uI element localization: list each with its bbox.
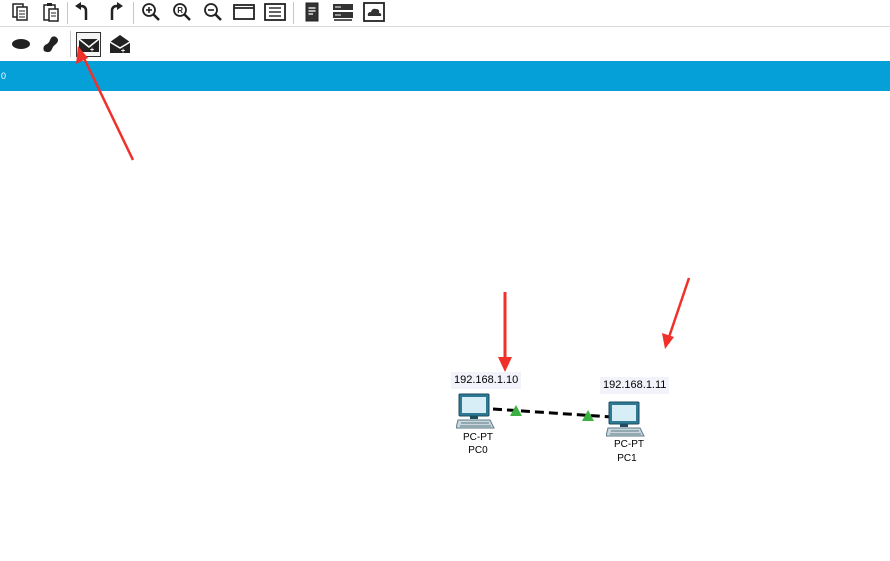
pc0-name-label: PC0 [468,445,488,456]
pc0-computer-icon[interactable] [455,392,496,430]
annotation-arrow-pc1-ip [662,277,691,349]
pc1-name-label: PC1 [617,453,637,464]
pc0-model-label: PC-PT [463,432,493,443]
pc1-computer-icon[interactable] [605,400,646,438]
pc1-model-label: PC-PT [614,439,644,450]
workspace-overlay [76,46,691,421]
annotation-arrow-pc0-ip [498,292,512,372]
pc1-ip-label: 192.168.1.11 [600,377,670,394]
annotation-arrow-pdu-tool [76,46,135,161]
pc0-ip-label: 192.168.1.10 [451,372,522,389]
